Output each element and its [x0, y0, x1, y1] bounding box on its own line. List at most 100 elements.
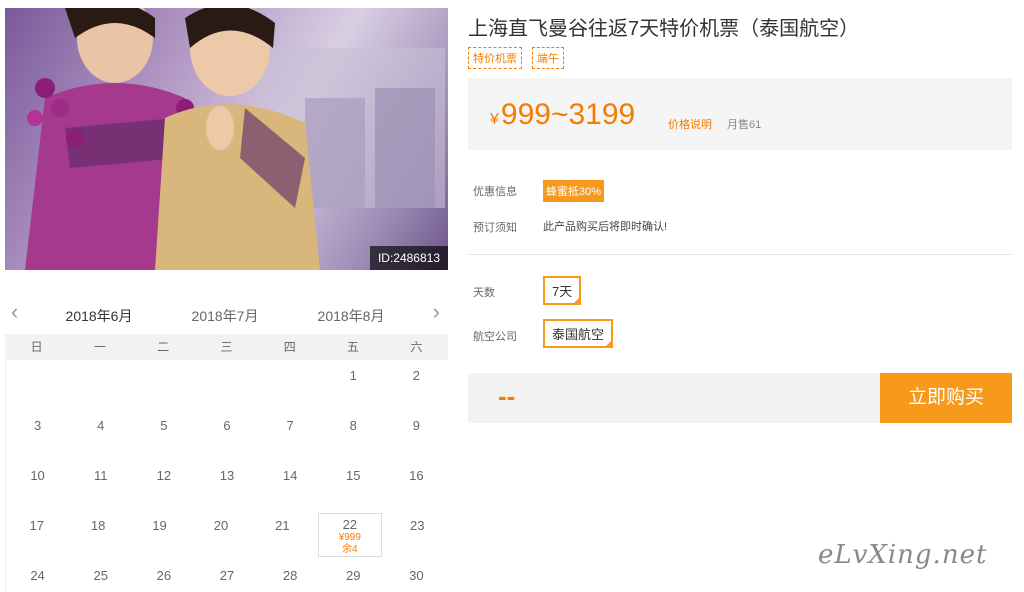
calendar-day-22[interactable]: 22 ¥999 余4	[318, 513, 382, 557]
weekday-sun: 日	[30, 340, 43, 354]
days-label: 天数	[473, 287, 495, 299]
calendar-day-number: 16	[409, 468, 424, 483]
calendar-week-row: 24 25 26 27 28 29 30	[6, 560, 448, 592]
promo-label: 优惠信息	[473, 186, 517, 198]
calendar-day-10[interactable]: 10	[6, 460, 69, 510]
calendar-day-30[interactable]: 30	[385, 560, 448, 592]
calendar-day-29[interactable]: 29	[322, 560, 385, 592]
calendar-day-17[interactable]: 17	[6, 510, 67, 560]
weekday-thu: 四	[283, 340, 296, 354]
calendar-day-13[interactable]: 13	[195, 460, 258, 510]
tab-month-august[interactable]: 2018年8月	[305, 306, 397, 334]
calendar-day-1[interactable]: 1	[322, 360, 385, 410]
calendar-day-number: 14	[282, 468, 298, 483]
calendar-day-number: 28	[282, 568, 298, 583]
calendar-day-15[interactable]: 15	[322, 460, 385, 510]
product-tags: 特价机票 端午	[468, 47, 564, 69]
promo-badge: 蜂蜜抵30%	[543, 180, 605, 202]
calendar-day-9[interactable]: 9	[385, 410, 448, 460]
calendar-grid: 1 2 3 4 5 6 7 8 9 10 11 12 13 14 15 16 17 18 19 20 21 22 ¥999 余…	[5, 360, 448, 592]
calendar-empty-cell	[6, 360, 69, 410]
buy-now-button[interactable]: 立即购买	[880, 373, 1012, 423]
tab-month-june[interactable]: 2018年6月	[53, 306, 145, 337]
price-note-link[interactable]: 价格说明	[668, 116, 712, 132]
product-title: 上海直飞曼谷往返7天特价机票（泰国航空）	[468, 18, 860, 40]
calendar-day-number: 7	[286, 418, 294, 433]
calendar-day-number: 3	[33, 418, 42, 433]
calendar-day-remaining: 余4	[342, 544, 358, 555]
option-airline-thai[interactable]: 泰国航空	[543, 319, 614, 348]
calendar-day-number: 18	[90, 518, 106, 533]
price-range-value: 999~3199	[500, 98, 636, 131]
calendar-day-5[interactable]: 5	[132, 410, 195, 460]
tag-dragon-boat: 端午	[532, 47, 564, 69]
weekday-fri: 五	[347, 340, 360, 354]
calendar-day-number: 9	[412, 418, 421, 433]
calendar-day-21[interactable]: 21	[252, 510, 313, 560]
calendar-day-number: 4	[97, 418, 105, 433]
calendar-day-6[interactable]: 6	[195, 410, 258, 460]
calendar-day-19[interactable]: 19	[129, 510, 190, 560]
calendar-day-14[interactable]: 14	[259, 460, 322, 510]
price-box: ¥999~3199 价格说明 月售61	[468, 78, 1012, 150]
calendar-day-number: 12	[156, 468, 172, 483]
calendar-day-number: 21	[275, 518, 290, 533]
notice-label: 预订须知	[473, 222, 517, 234]
calendar-day-number: 23	[410, 518, 425, 533]
calendar-month-nav: ‹ 2018年6月 2018年7月 2018年8月 ›	[5, 296, 448, 337]
calendar-day-27[interactable]: 27	[195, 560, 258, 592]
chevron-left-icon[interactable]: ‹	[11, 301, 18, 323]
tab-month-july[interactable]: 2018年7月	[179, 306, 271, 334]
calendar-day-16[interactable]: 16	[385, 460, 448, 510]
calendar-day-number: 11	[93, 468, 108, 483]
calendar-day-12[interactable]: 12	[132, 460, 195, 510]
buy-bar: -- 立即购买	[468, 373, 1012, 423]
price-symbol: ¥	[490, 111, 499, 128]
calendar-day-25[interactable]: 25	[69, 560, 132, 592]
chevron-right-icon[interactable]: ›	[433, 301, 440, 323]
calendar-day-number: 8	[349, 418, 357, 433]
calendar-day-8[interactable]: 8	[322, 410, 385, 460]
calendar-day-3[interactable]: 3	[6, 410, 69, 460]
product-photo: ID:2486813	[5, 8, 448, 270]
calendar-day-number: 22	[342, 517, 358, 532]
calendar-day-23[interactable]: 23	[387, 510, 448, 560]
calendar-day-7[interactable]: 7	[259, 410, 322, 460]
airline-label: 航空公司	[473, 331, 517, 343]
divider	[468, 254, 1012, 255]
calendar-day-number: 10	[30, 468, 45, 483]
calendar-day-number: 13	[219, 468, 235, 483]
calendar-week-row: 10 11 12 13 14 15 16	[6, 460, 448, 510]
calendar-day-number: 1	[349, 368, 357, 383]
calendar-day-number: 24	[30, 568, 45, 583]
calendar-day-number: 25	[93, 568, 108, 583]
calendar-day-number: 29	[346, 568, 361, 583]
calendar-week-row: 12	[6, 360, 448, 410]
calendar-day-28[interactable]: 28	[259, 560, 322, 592]
monthly-sales: 月售61	[727, 119, 762, 131]
calendar-day-2[interactable]: 2	[385, 360, 448, 410]
calendar-day-number: 15	[346, 468, 361, 483]
calendar-day-number: 27	[219, 568, 235, 583]
calendar-day-number: 26	[156, 568, 172, 583]
total-price: --	[498, 381, 516, 411]
calendar-day-number: 19	[152, 518, 167, 533]
calendar-empty-cell	[195, 360, 258, 410]
weekday-sat: 六	[410, 340, 423, 354]
weekday-mon: 一	[93, 340, 106, 354]
calendar-day-price: ¥999	[338, 532, 361, 543]
calendar-day-24[interactable]: 24	[6, 560, 69, 592]
calendar-day-number: 2	[412, 368, 421, 383]
calendar-day-11[interactable]: 11	[69, 460, 132, 510]
option-days-7[interactable]: 7天	[543, 276, 582, 305]
tag-special-ticket: 特价机票	[468, 47, 522, 69]
calendar-day-4[interactable]: 4	[69, 410, 132, 460]
calendar-empty-cell	[69, 360, 132, 410]
calendar-day-number: 20	[213, 518, 229, 533]
calendar-day-number: 5	[160, 418, 168, 433]
weekday-tue: 二	[157, 340, 170, 354]
calendar-day-26[interactable]: 26	[132, 560, 195, 592]
calendar-day-20[interactable]: 20	[190, 510, 251, 560]
calendar-week-row: 3 4 5 6 7 8 9	[6, 410, 448, 460]
calendar-day-18[interactable]: 18	[67, 510, 128, 560]
